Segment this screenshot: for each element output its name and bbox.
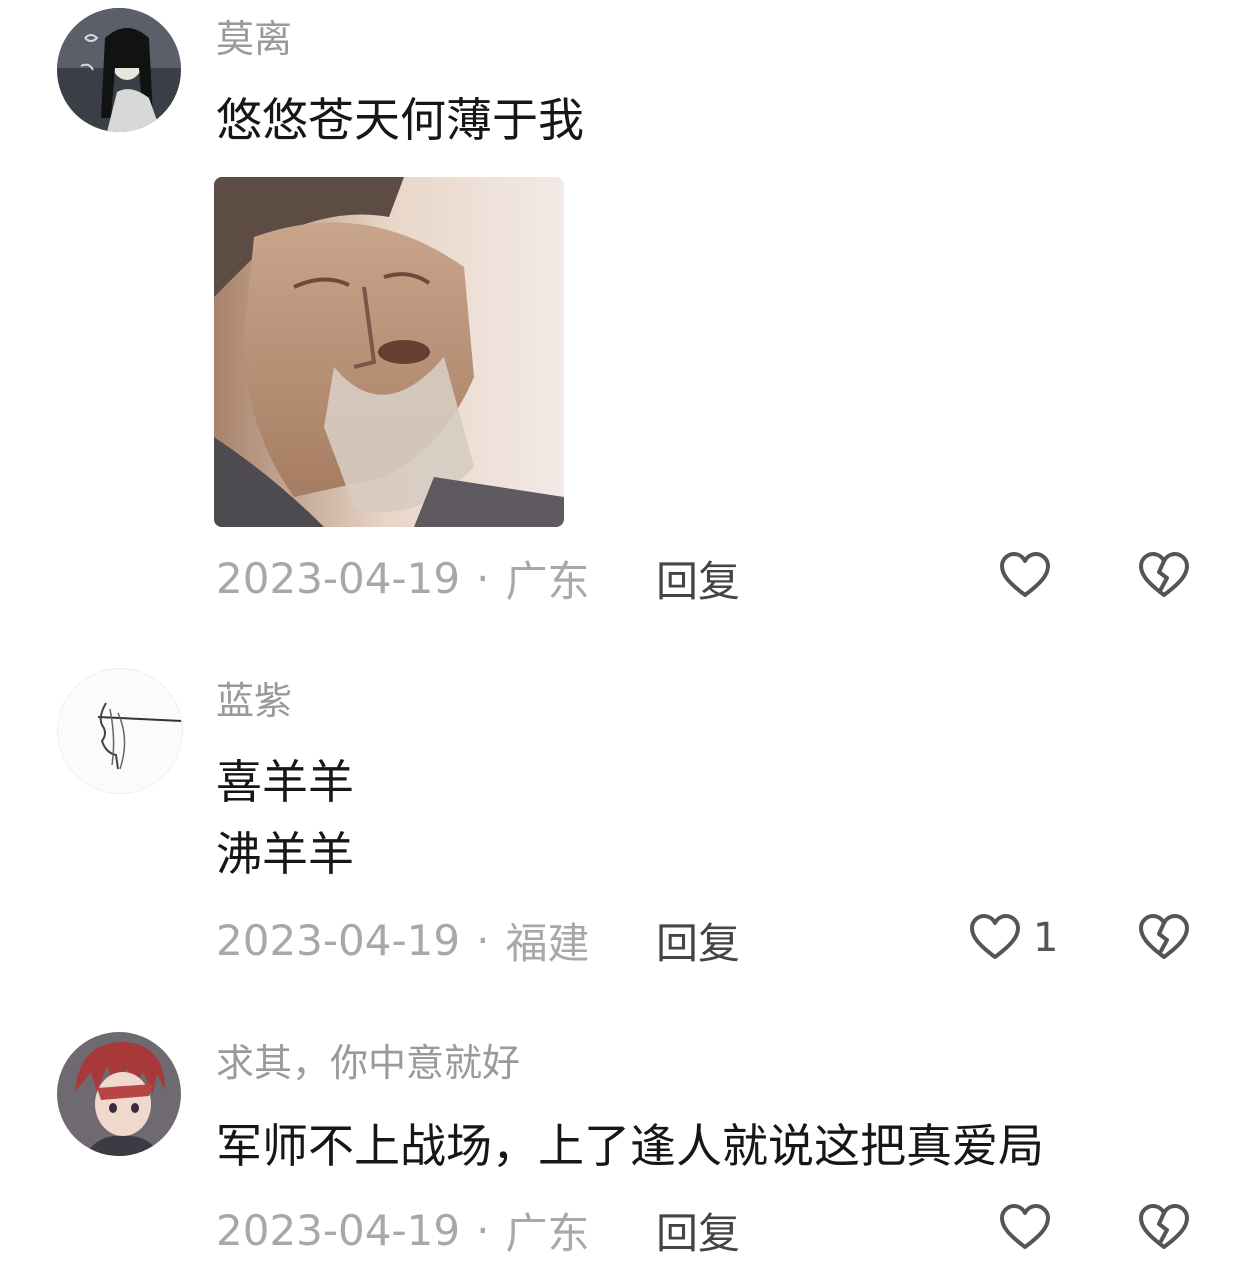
username[interactable]: 求其，你中意就好 — [216, 1040, 520, 1086]
dislike-button[interactable] — [1136, 1200, 1192, 1256]
broken-heart-outline-icon — [1139, 1204, 1189, 1249]
reply-button[interactable]: 回复 — [656, 1200, 740, 1261]
like-button[interactable] — [997, 1200, 1053, 1256]
avatar[interactable] — [57, 1032, 181, 1156]
comment-text-line: 军师不上战场，上了逢人就说这把真爱局 — [216, 1119, 1044, 1173]
heart-outline-icon — [1000, 1204, 1050, 1249]
comment-date: 2023-04-19 — [216, 1205, 461, 1255]
comment-location: 广东 — [505, 1208, 590, 1258]
meta-separator: · — [476, 1205, 490, 1255]
comment-meta: 2023-04-19 · 广东 回复 — [216, 1202, 740, 1258]
anime-red-hair-avatar-icon — [57, 1032, 181, 1156]
comment-text: 军师不上战场，上了逢人就说这把真爱局 — [216, 1110, 1044, 1182]
comment-item: 求其，你中意就好 军师不上战场，上了逢人就说这把真爱局 2023-04-19 ·… — [0, 0, 1260, 1264]
